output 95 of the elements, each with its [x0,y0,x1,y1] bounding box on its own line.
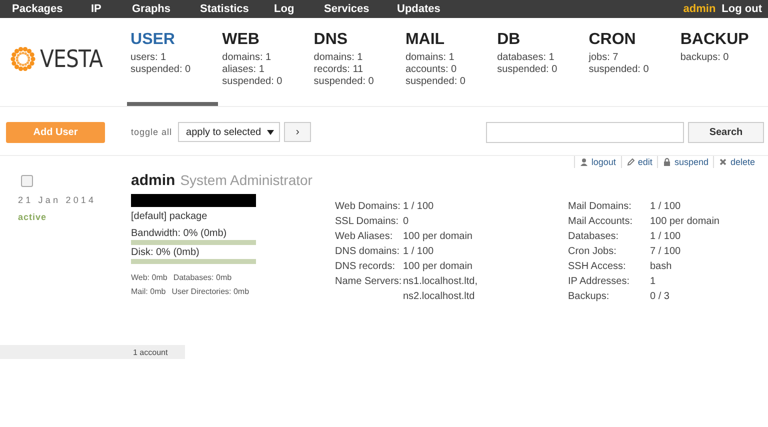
section-title: WEB [222,31,260,49]
section-stat: domains: 1 [405,52,456,64]
stat-label: Web Aliases: [335,230,394,244]
stat-label: SSH Access: [568,260,627,274]
full-name: System Administrator [180,172,312,188]
stat-value: 100 per domain [650,215,720,229]
section-stat: suspended: 0 [314,76,375,88]
section-stat: databases: 1 [497,52,556,64]
close-icon [719,158,728,166]
action-link[interactable]: logout [574,156,621,168]
usage-text: Databases: 0mb [173,273,232,282]
section-stat: records: 11 [314,64,364,76]
sign-out-link[interactable]: Log out [722,3,762,15]
stat-label: Mail Accounts: [568,215,634,229]
section-tab[interactable]: MAIL domains: 1 accounts: 0 suspended: 0 [401,18,494,106]
stat-value: 100 per domain [403,230,474,244]
user-link[interactable]: admin [683,3,716,15]
search-field[interactable] [486,122,684,142]
section-stat: users: 1 [130,52,168,64]
section-tab[interactable]: USER users: 1 suspended: 0 [126,18,218,106]
stat-value: 1 / 100 [650,200,682,214]
stat-label: Name Servers: [335,275,403,289]
stat-value: 0 [403,215,410,229]
usage-text: Web: 0mb [131,273,168,282]
section-title: USER [130,31,176,49]
menu-item[interactable]: Log [274,3,324,15]
stat-value: 1 / 100 [403,200,435,214]
menu-item[interactable]: Graphs [132,3,200,15]
stat-value: 1 [650,275,657,289]
section-stat: accounts: 0 [405,64,458,76]
section-stat: domains: 1 [314,52,364,64]
section-title: DB [497,31,522,49]
stat-value: 1 / 100 [650,230,682,244]
section-stat: domains: 1 [222,52,272,64]
search-button[interactable]: Search [688,122,764,142]
stat-label: SSL Domains: [335,215,400,229]
stat-value: 0 / 3 [650,290,670,304]
section-title: DNS [314,31,349,49]
meter-label: Disk: 0% (0mb) [131,247,200,258]
menu-item[interactable]: Services [324,3,397,15]
stat-label: DNS domains: [335,245,400,259]
dropdown-caret-icon [267,130,274,134]
username: admin [131,172,176,189]
section-stat: backups: 0 [680,52,730,64]
section-tab[interactable]: CRON jobs: 7 suspended: 0 [584,18,676,106]
pencil-icon [626,158,635,166]
section-tab[interactable]: WEB domains: 1 aliases: 1 suspended: 0 [218,18,310,106]
section-title: MAIL [405,31,446,49]
section-tab[interactable]: DB databases: 1 suspended: 0 [493,18,585,106]
section-tab[interactable]: DNS domains: 1 records: 11 suspended: 0 [310,18,402,106]
stat-label: IP Addresses: [568,275,631,289]
toggle-all-link[interactable]: toggle all [131,127,172,137]
action-link[interactable]: delete [713,156,760,168]
person-icon [580,158,588,166]
stat-label: DNS records: [335,260,396,274]
section-stat: suspended: 0 [588,64,650,76]
stat-label: Web Domains: [335,200,402,214]
menu-item[interactable]: Updates [397,3,440,15]
stat-value: bash [650,260,673,274]
menu-item[interactable]: IP [91,3,132,15]
logo-text: VESTA [40,45,102,73]
section-stat: suspended: 0 [130,64,192,76]
section-stat: suspended: 0 [405,76,466,88]
menu-item[interactable]: Statistics [200,3,274,15]
section-stat: suspended: 0 [497,64,558,76]
stat-label: Databases: [568,230,620,244]
status-text: active [18,212,47,222]
date-text: 21 Jan 2014 [18,195,96,205]
stat-value: 1 / 100 [403,245,435,259]
row-checkbox[interactable] [21,175,33,187]
bulk-action-dropdown[interactable]: apply to selected [178,122,280,142]
action-link[interactable]: suspend [657,156,714,168]
apply-button[interactable]: › [284,122,312,142]
stat-value: 100 per domain [403,260,474,274]
meter-label: Bandwidth: 0% (0mb) [131,228,228,239]
section-tab[interactable]: BACKUP backups: 0 [676,18,768,106]
package-text: [default] package [131,211,208,222]
action-link[interactable]: edit [620,156,658,168]
stat-value: ns2.localhost.ltd [403,290,476,304]
stat-value: 7 / 100 [650,245,682,259]
menu-item[interactable]: Packages [12,3,91,15]
logo-icon [9,45,37,73]
section-title: BACKUP [680,31,750,49]
usage-text: User Directories: 0mb [172,287,250,296]
stat-label: Cron Jobs: [568,245,618,259]
section-stat: suspended: 0 [222,76,284,88]
account-count: 1 account [133,348,168,356]
stat-value: ns1.localhost.ltd, [403,275,478,289]
stat-label: Backups: [568,290,610,304]
lock-icon [663,158,672,166]
section-title: CRON [588,31,637,49]
section-stat: aliases: 1 [222,64,266,76]
usage-text: Mail: 0mb [131,287,166,296]
stat-label: Mail Domains: [568,200,632,214]
section-stat: jobs: 7 [588,52,620,64]
